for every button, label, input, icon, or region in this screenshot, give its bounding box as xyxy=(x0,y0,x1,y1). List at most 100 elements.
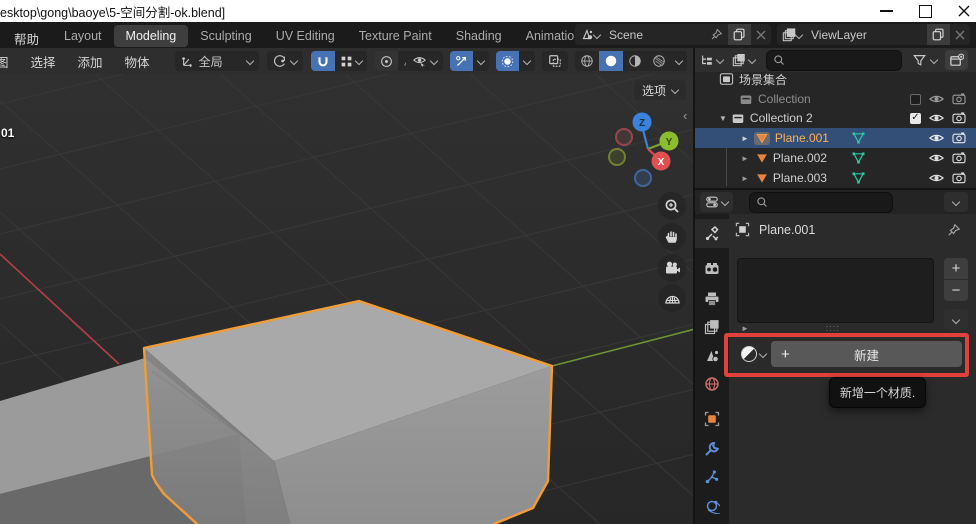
snap-increment-icon xyxy=(340,55,353,68)
minimize-button[interactable] xyxy=(880,10,893,12)
pin-icon[interactable] xyxy=(947,223,961,237)
pivot-point-dropdown[interactable] xyxy=(267,51,303,71)
gizmo-minus-z-ball[interactable] xyxy=(635,170,651,186)
new-scene-button[interactable] xyxy=(728,24,751,45)
resize-grip-dots[interactable]: :::: xyxy=(826,323,844,333)
unlink-scene-button[interactable] xyxy=(751,24,771,45)
tab-shading[interactable]: Shading xyxy=(444,25,514,47)
proportional-editing-toggle[interactable] xyxy=(375,51,398,71)
material-slot-list[interactable] xyxy=(737,258,934,323)
tab-texture-paint[interactable]: Texture Paint xyxy=(347,25,444,47)
disable-render-camera-icon[interactable] xyxy=(952,132,966,144)
menu-add[interactable]: 添加 xyxy=(67,52,114,71)
show-gizmos-toggle[interactable] xyxy=(450,51,473,71)
new-viewlayer-button[interactable] xyxy=(927,24,950,45)
tab-particles[interactable] xyxy=(695,462,729,491)
transform-orientation-dropdown[interactable]: 全局 xyxy=(175,51,259,71)
expand-arrow-icon[interactable]: ▼ xyxy=(719,114,727,123)
perspective-toggle-button[interactable] xyxy=(658,284,686,312)
tab-render[interactable] xyxy=(695,254,729,283)
hide-eye-icon[interactable] xyxy=(929,152,944,164)
outliner-row-collection2[interactable]: ▼ Collection 2 ✓ xyxy=(695,108,976,128)
disable-render-camera-icon[interactable] xyxy=(952,152,966,164)
outliner-row-scene-collection[interactable]: 场景集合 xyxy=(695,69,976,89)
tab-modifiers[interactable] xyxy=(695,434,729,463)
mesh-data-icon[interactable] xyxy=(851,151,866,165)
gizmo-minus-x-ball[interactable] xyxy=(616,129,632,145)
properties-search-input[interactable] xyxy=(749,192,893,213)
outliner-row-plane001[interactable]: ► Plane.001 xyxy=(695,128,976,148)
outliner-row-collection[interactable]: Collection xyxy=(695,89,976,109)
show-overlays-toggle[interactable] xyxy=(496,51,519,71)
overlays-dropdown[interactable] xyxy=(519,51,535,71)
tab-object[interactable] xyxy=(695,404,729,433)
new-collection-button[interactable] xyxy=(945,50,968,70)
outliner-search-input[interactable] xyxy=(766,50,902,71)
outliner-filter-dropdown[interactable] xyxy=(912,53,937,67)
breadcrumb-object-name[interactable]: Plane.001 xyxy=(759,223,815,237)
object-icon-highlight xyxy=(754,132,770,145)
outliner-row-plane003[interactable]: ► Plane.003 xyxy=(695,168,976,188)
shading-wireframe-button[interactable] xyxy=(575,51,599,71)
xray-toggle[interactable] xyxy=(542,51,568,71)
tab-sculpting[interactable]: Sculpting xyxy=(188,25,263,47)
gizmos-dropdown[interactable] xyxy=(473,51,489,71)
hide-eye-icon[interactable] xyxy=(929,172,944,184)
panel-expand-arrow[interactable]: ► xyxy=(741,324,749,333)
collection-checkbox[interactable]: ✓ xyxy=(910,113,921,124)
expand-arrow-icon[interactable]: ► xyxy=(741,174,749,183)
properties-options-dropdown[interactable] xyxy=(944,192,968,212)
viewlayer-name[interactable]: ViewLayer xyxy=(807,28,927,42)
viewport-options-button[interactable]: 选项 xyxy=(634,80,686,100)
material-specials-dropdown[interactable] xyxy=(944,309,968,330)
outliner-row-plane002[interactable]: ► Plane.002 xyxy=(695,148,976,168)
close-button[interactable] xyxy=(958,5,970,17)
shading-solid-button[interactable] xyxy=(599,51,623,71)
expand-arrow-icon[interactable]: ► xyxy=(741,134,749,143)
menu-object[interactable]: 物体 xyxy=(114,52,161,71)
hide-eye-icon[interactable] xyxy=(929,93,944,105)
remove-material-slot-button[interactable]: − xyxy=(944,280,968,301)
outliner-editor-type-dropdown[interactable] xyxy=(700,53,723,67)
tooltip-text: 新增一个材质. xyxy=(840,384,915,401)
tab-modeling[interactable]: Modeling xyxy=(114,25,189,47)
disable-render-camera-icon[interactable] xyxy=(952,172,966,184)
scene-type-dropdown[interactable] xyxy=(575,24,605,45)
camera-view-button[interactable] xyxy=(658,254,686,282)
navigation-gizmo[interactable]: Z Y X xyxy=(600,100,695,195)
expand-arrow-icon[interactable]: ► xyxy=(741,154,749,163)
scene-name[interactable]: Scene xyxy=(605,28,710,42)
tab-uv-editing[interactable]: UV Editing xyxy=(264,25,347,47)
maximize-button[interactable] xyxy=(919,5,932,18)
tab-tool[interactable] xyxy=(695,219,729,248)
snap-toggle[interactable] xyxy=(311,51,335,71)
hide-eye-icon[interactable] xyxy=(929,132,944,144)
properties-editor-type-dropdown[interactable] xyxy=(700,192,733,212)
snap-target-dropdown[interactable] xyxy=(335,51,367,71)
viewport-canvas[interactable] xyxy=(0,74,695,524)
zoom-button[interactable] xyxy=(658,192,686,220)
object-visibility-dropdown[interactable] xyxy=(406,51,443,71)
pin-icon[interactable] xyxy=(710,28,723,41)
add-material-slot-button[interactable]: + xyxy=(944,258,968,279)
mesh-data-icon[interactable] xyxy=(851,171,866,185)
pan-button[interactable] xyxy=(658,223,686,251)
mesh-data-icon[interactable] xyxy=(851,131,866,145)
tab-layout[interactable]: Layout xyxy=(52,25,114,47)
collection-checkbox[interactable] xyxy=(910,94,921,105)
tab-physics[interactable] xyxy=(695,491,729,520)
disable-render-camera-icon[interactable] xyxy=(952,112,966,124)
outliner-display-mode-dropdown[interactable] xyxy=(732,53,755,67)
menu-select[interactable]: 选择 xyxy=(20,52,67,71)
shading-rendered-button[interactable] xyxy=(647,51,671,71)
remove-viewlayer-button[interactable] xyxy=(950,24,970,45)
shading-group xyxy=(575,51,687,71)
disable-render-camera-icon[interactable] xyxy=(952,93,966,105)
tab-output[interactable] xyxy=(695,284,729,313)
viewlayer-type-dropdown[interactable] xyxy=(777,24,807,45)
gizmo-minus-y-ball[interactable] xyxy=(609,149,625,165)
hide-eye-icon[interactable] xyxy=(929,112,944,124)
menu-view[interactable]: 图 xyxy=(0,52,20,71)
shading-dropdown[interactable] xyxy=(671,51,687,71)
shading-material-button[interactable] xyxy=(623,51,647,71)
